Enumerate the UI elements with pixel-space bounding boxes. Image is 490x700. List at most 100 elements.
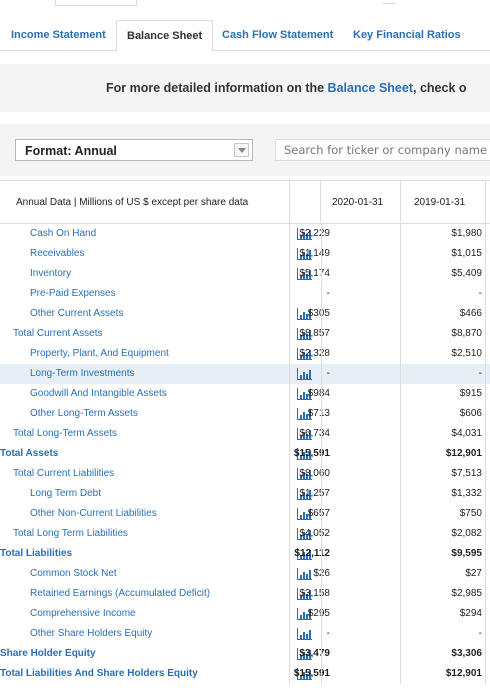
table-header: Annual Data | Millions of US $ except pe… bbox=[0, 180, 490, 224]
balance-sheet-table: Annual Data | Millions of US $ except pe… bbox=[0, 180, 490, 684]
row-label[interactable]: Total Liabilities bbox=[0, 548, 72, 559]
row-label[interactable]: Property, Plant, And Equipment bbox=[30, 348, 169, 359]
row-value-2019: $1,332 bbox=[451, 488, 482, 499]
row-value-2019: $5,409 bbox=[451, 268, 482, 279]
row-label[interactable]: Other Non-Current Liabilities bbox=[30, 508, 157, 519]
table-row: Total Liabilities And Share Holders Equi… bbox=[0, 664, 490, 684]
row-label[interactable]: Total Long Term Liabilities bbox=[13, 528, 128, 539]
row-value-2019: $2,985 bbox=[451, 588, 482, 599]
banner-suffix: , check o bbox=[413, 81, 467, 95]
row-value-2019: $12,901 bbox=[445, 448, 482, 459]
table-row: Property, Plant, And Equipment $2,328 $2,5… bbox=[0, 344, 490, 364]
row-label[interactable]: Other Long-Term Assets bbox=[30, 408, 138, 419]
row-value-2019: $606 bbox=[459, 408, 482, 419]
value-divider-right bbox=[485, 224, 486, 684]
tab-key-financial-ratios[interactable]: Key Financial Ratios bbox=[353, 20, 461, 51]
chart-col-right bbox=[321, 224, 322, 684]
banner-prefix: For more detailed information on the bbox=[106, 81, 328, 95]
controls-bar: Format: Annual bbox=[0, 124, 490, 176]
row-value-2019: $12,901 bbox=[445, 668, 482, 679]
tab-income-statement[interactable]: Income Statement bbox=[11, 20, 106, 51]
row-label[interactable]: Receivables bbox=[30, 248, 84, 259]
value-divider bbox=[400, 224, 401, 684]
header-label: Annual Data | Millions of US $ except pe… bbox=[16, 197, 249, 208]
table-body: Cash On Hand $2,229 $1,980 Receivables $1,14… bbox=[0, 224, 490, 684]
table-row: Cash On Hand $2,229 $1,980 bbox=[0, 224, 490, 244]
row-value-2019: $750 bbox=[459, 508, 482, 519]
row-value-2019: $466 bbox=[459, 308, 482, 319]
table-row: Retained Earnings (Accumulated Deficit) $… bbox=[0, 584, 490, 604]
table-row: Long Term Debt $1,257 $1,332 bbox=[0, 484, 490, 504]
table-row: Total Long Term Liabilities $4,052 $2,082 bbox=[0, 524, 490, 544]
row-label[interactable]: Other Share Holders Equity bbox=[30, 628, 152, 639]
top-tab-dash bbox=[382, 3, 396, 4]
row-value-2019: $2,082 bbox=[451, 528, 482, 539]
row-label[interactable]: Total Long-Term Assets bbox=[13, 428, 117, 439]
table-row: Comprehensive Income $295 $294 bbox=[0, 604, 490, 624]
header-divider-right bbox=[485, 181, 486, 224]
table-row: Pre-Paid Expenses - - bbox=[0, 284, 490, 304]
table-row: Total Liabilities $12,112 $9,595 bbox=[0, 544, 490, 564]
row-label[interactable]: Retained Earnings (Accumulated Deficit) bbox=[30, 588, 210, 599]
table-row: Other Non-Current Liabilities $657 $750 bbox=[0, 504, 490, 524]
row-value-2019: - bbox=[478, 288, 482, 299]
row-value-2019: $27 bbox=[465, 568, 482, 579]
format-select-value: Format: Annual bbox=[25, 144, 117, 158]
table-row: Inventory $5,174 $5,409 bbox=[0, 264, 490, 284]
row-value-2019: $1,980 bbox=[451, 228, 482, 239]
tab-balance-sheet[interactable]: Balance Sheet bbox=[116, 20, 214, 52]
row-label[interactable]: Long-Term Investments bbox=[30, 368, 135, 379]
row-label[interactable]: Comprehensive Income bbox=[30, 608, 136, 619]
row-value-2019: $3,306 bbox=[451, 648, 482, 659]
row-label[interactable]: Total Liabilities And Share Holders Equi… bbox=[0, 668, 198, 679]
table-row: Long-Term Investments - - bbox=[0, 364, 490, 384]
table-row: Goodwill And Intangible Assets $984 $915 bbox=[0, 384, 490, 404]
info-banner: For more detailed information on the Bal… bbox=[0, 64, 490, 112]
format-select[interactable]: Format: Annual bbox=[15, 139, 253, 161]
table-row: Common Stock Net$26$27 bbox=[0, 564, 490, 584]
row-label[interactable]: Goodwill And Intangible Assets bbox=[30, 388, 167, 399]
top-tab-stub bbox=[0, 0, 490, 8]
table-row: Other Share Holders Equity - - bbox=[0, 624, 490, 644]
row-value-2019: - bbox=[478, 628, 482, 639]
table-row: Other Long-Term Assets $713 $606 bbox=[0, 404, 490, 424]
row-value-2019: $294 bbox=[459, 608, 482, 619]
row-value-2019: $1,015 bbox=[451, 248, 482, 259]
table-row: Other Current Assets $305 $466 bbox=[0, 304, 490, 324]
header-date-2: 2019-01-31 bbox=[414, 197, 466, 208]
header-date-1: 2020-01-31 bbox=[332, 197, 384, 208]
table-row: Total Assets $15,591 $12,901 bbox=[0, 444, 490, 464]
table-row: Total Current Liabilities $8,060 $7,513 bbox=[0, 464, 490, 484]
row-value-2019: $2,510 bbox=[451, 348, 482, 359]
tab-cash-flow-statement[interactable]: Cash Flow Statement bbox=[222, 20, 333, 51]
row-label[interactable]: Other Current Assets bbox=[30, 308, 123, 319]
row-value-2019: $9,595 bbox=[451, 548, 482, 559]
table-row: Total Current Assets $8,857 $8,870 bbox=[0, 324, 490, 344]
balance-sheet-link[interactable]: Balance Sheet bbox=[328, 81, 413, 95]
row-value-2019: $8,870 bbox=[451, 328, 482, 339]
row-label[interactable]: Share Holder Equity bbox=[0, 648, 96, 659]
row-value-2019: - bbox=[478, 368, 482, 379]
statement-tabs: Income Statement Balance Sheet Cash Flow… bbox=[0, 20, 490, 52]
header-divider bbox=[400, 181, 401, 224]
chevron-down-icon[interactable] bbox=[234, 143, 249, 157]
row-value-2019: $4,031 bbox=[451, 428, 482, 439]
row-label[interactable]: Total Assets bbox=[0, 448, 58, 459]
row-label[interactable]: Cash On Hand bbox=[30, 228, 96, 239]
row-label[interactable]: Total Current Liabilities bbox=[13, 468, 114, 479]
row-label[interactable]: Common Stock Net bbox=[30, 568, 117, 579]
chart-col-left bbox=[289, 224, 290, 684]
row-label[interactable]: Pre-Paid Expenses bbox=[30, 288, 116, 299]
row-value-2019: $7,513 bbox=[451, 468, 482, 479]
row-label[interactable]: Inventory bbox=[30, 268, 71, 279]
header-chart-column bbox=[289, 181, 321, 224]
row-label[interactable]: Total Current Assets bbox=[13, 328, 102, 339]
top-tab-outline bbox=[55, 0, 137, 6]
row-label[interactable]: Long Term Debt bbox=[30, 488, 101, 499]
search-input[interactable] bbox=[275, 139, 490, 161]
info-banner-text: For more detailed information on the Bal… bbox=[106, 81, 467, 95]
table-row: Receivables $1,149 $1,015 bbox=[0, 244, 490, 264]
row-value-2019: $915 bbox=[459, 388, 482, 399]
table-row: Total Long-Term Assets $6,734 $4,031 bbox=[0, 424, 490, 444]
table-row: Share Holder Equity $3,479 $3,306 bbox=[0, 644, 490, 664]
